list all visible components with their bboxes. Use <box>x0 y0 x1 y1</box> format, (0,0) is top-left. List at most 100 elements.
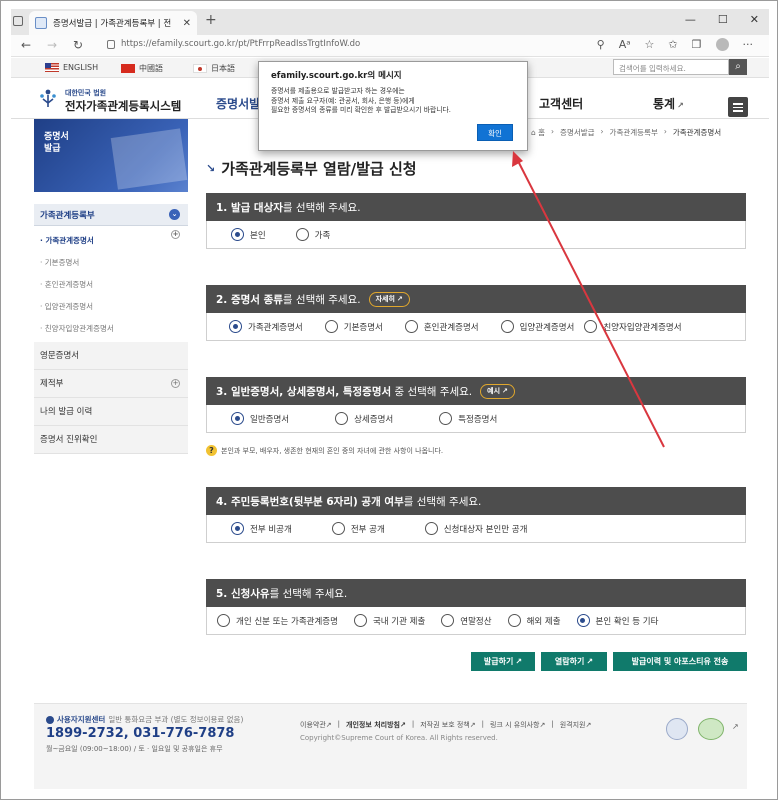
back-arrow-icon[interactable]: ← <box>21 38 31 52</box>
hamburger-menu-button[interactable] <box>728 97 748 117</box>
radio-button[interactable] <box>231 412 244 425</box>
radio-option-detailed[interactable]: 상세증명서 <box>335 412 393 425</box>
cn-flag-icon <box>121 64 135 73</box>
radio-button[interactable] <box>335 412 349 425</box>
radio-option-other[interactable]: 본인 확인 등 기타 <box>576 614 658 627</box>
sidebar-sub-marriage-cert[interactable]: · 혼인관계증명서 <box>34 274 188 296</box>
url-field[interactable]: https://efamily.scourt.go.kr/pt/PtFrrpRe… <box>121 39 360 49</box>
radio-option-domestic[interactable]: 국내 기관 제출 <box>353 614 425 627</box>
radio-button[interactable] <box>507 614 521 627</box>
refresh-icon[interactable]: ↻ <box>73 38 83 52</box>
tab-close-icon[interactable]: ✕ <box>183 18 191 29</box>
radio-option-family-cert[interactable]: 가족관계증명서 <box>229 320 303 333</box>
radio-option-identity[interactable]: 개인 신분 또는 가족관계증명 <box>217 614 338 627</box>
favorite-star-icon[interactable]: ☆ <box>645 38 655 51</box>
favorites-list-icon[interactable]: ✩ <box>668 38 677 51</box>
new-tab-button[interactable]: + <box>205 12 217 28</box>
radio-button[interactable] <box>353 614 367 627</box>
lang-chinese[interactable]: 中國語 <box>121 63 163 74</box>
breadcrumb-family-register[interactable]: 가족관계등록부 <box>610 127 658 138</box>
gnb-statistics[interactable]: 통계 ↗ <box>653 95 684 112</box>
dialog-ok-button[interactable]: 확인 <box>477 124 513 141</box>
sidebar-item-removal-register[interactable]: 제적부 + <box>34 370 188 398</box>
certification-badge-icon[interactable] <box>666 718 688 740</box>
sidebar-sub-family-cert[interactable]: · 가족관계증명서 + <box>34 230 188 252</box>
radio-option-specific[interactable]: 특정증명서 <box>439 412 497 425</box>
footer-link-label: 개인정보 처리방침 <box>346 721 400 729</box>
footer-link-copyright[interactable]: 저작권 보호 정책↗ <box>420 720 475 730</box>
view-button[interactable]: 열람하기 ↗ <box>541 652 607 671</box>
history-apostille-button[interactable]: 발급이력 및 아포스티유 전송 <box>613 652 747 671</box>
lang-japanese[interactable]: 日本語 <box>193 63 235 74</box>
radio-option-all-public[interactable]: 전부 공개 <box>331 522 385 535</box>
radio-option-all-private[interactable]: 전부 비공개 <box>231 522 292 535</box>
support-center-note: 일반 통화요금 부과 (별도 정보이용료 없음) <box>108 715 244 724</box>
radio-button[interactable] <box>324 320 338 333</box>
radio-button[interactable] <box>424 522 438 535</box>
radio-button[interactable] <box>231 522 244 535</box>
radio-button[interactable] <box>331 522 345 535</box>
gnb-customer-center[interactable]: 고객센터 <box>539 95 583 112</box>
sidebar-sub-basic-cert[interactable]: · 기본증명서 <box>34 252 188 274</box>
radio-option-marriage-cert[interactable]: 혼인관계증명서 <box>404 320 479 333</box>
sidebar-item-family-register[interactable]: 가족관계등록부 ⌄ <box>34 204 188 226</box>
radio-option-general[interactable]: 일반증명서 <box>231 412 289 425</box>
breadcrumb-certificate-issue[interactable]: 증명서발급 <box>560 127 595 138</box>
tab-actions-icon[interactable] <box>13 16 23 26</box>
profile-avatar[interactable] <box>715 38 729 51</box>
browser-tab[interactable]: 증명서발급 | 가족관계등록부 | 전 ✕ <box>29 11 197 35</box>
footer-link-remote[interactable]: 원격지원↗ <box>560 720 592 730</box>
lock-icon[interactable] <box>107 40 115 49</box>
logo-title[interactable]: 전자가족관계등록시스템 <box>65 98 181 114</box>
radio-option-self-only[interactable]: 신청대상자 본인만 공개 <box>424 522 527 535</box>
radio-button[interactable] <box>229 320 242 333</box>
more-menu-icon[interactable]: ··· <box>743 38 754 51</box>
radio-option-basic-cert[interactable]: 기본증명서 <box>324 320 383 333</box>
section-num: 3. <box>216 385 228 398</box>
radio-option-full-adoption-cert[interactable]: 친양자입양관계증명서 <box>584 320 682 333</box>
radio-button[interactable] <box>441 614 455 627</box>
radio-option-adoption-cert[interactable]: 입양관계증명서 <box>500 320 574 333</box>
site-search-input[interactable]: 검색어를 입력하세요. <box>613 59 729 75</box>
sidebar-sub-full-adoption-cert[interactable]: · 친양자입양관계증명서 <box>34 318 188 340</box>
web-accessibility-badge-icon[interactable] <box>698 718 724 740</box>
logo-subtitle: 대한민국 법원 <box>65 89 107 97</box>
footer-link-linking[interactable]: 링크 시 유의사항↗ <box>490 720 545 730</box>
sidebar-item-my-history[interactable]: 나의 발급 이력 <box>34 398 188 426</box>
radio-button[interactable] <box>295 228 309 241</box>
forward-arrow-icon[interactable]: → <box>47 38 57 52</box>
site-search-button[interactable]: ⌕ <box>729 59 747 75</box>
radio-button[interactable] <box>231 228 244 241</box>
sidebar-sub-adoption-cert[interactable]: · 입양관계증명서 <box>34 296 188 318</box>
radio-option-family[interactable]: 가족 <box>295 228 330 241</box>
gnb-certificate-issue[interactable]: 증명서발 <box>216 95 260 112</box>
breadcrumb-home[interactable]: ⌂ 홈 <box>531 127 545 138</box>
key-icon[interactable]: ⚲ <box>597 38 605 51</box>
collections-icon[interactable]: ❐ <box>692 38 702 51</box>
radio-button[interactable] <box>576 614 590 627</box>
minimize-button[interactable]: — <box>685 13 696 26</box>
footer-link-privacy[interactable]: 개인정보 처리방침↗ <box>346 720 406 730</box>
radio-button[interactable] <box>439 412 453 425</box>
read-aloud-icon[interactable]: Aᵃ <box>619 38 631 51</box>
radio-option-tax[interactable]: 연말정산 <box>441 614 492 627</box>
chevron-down-icon: ⌄ <box>169 209 180 220</box>
support-hours: 월~금요일 (09:00~18:00) / 토 · 일요일 및 공휴일은 휴무 <box>46 745 223 753</box>
footer-link-terms[interactable]: 이용약관↗ <box>300 720 332 730</box>
issue-button[interactable]: 발급하기 ↗ <box>471 652 535 671</box>
radio-option-self[interactable]: 본인 <box>231 228 266 241</box>
detail-button[interactable]: 자세히 ↗ <box>368 291 410 307</box>
lang-english[interactable]: ENGLISH <box>45 63 98 72</box>
example-button[interactable]: 예시 ↗ <box>480 383 515 399</box>
close-window-button[interactable]: ✕ <box>750 13 759 26</box>
section-head: 4. 주민등록번호(뒷부분 6자리) 공개 여부를 선택해 주세요. <box>206 487 746 515</box>
sidebar-item-verify-cert[interactable]: 증명서 진위확인 <box>34 426 188 454</box>
maximize-button[interactable]: ☐ <box>718 13 728 26</box>
sidebar-head-label: 가족관계등록부 <box>40 210 95 221</box>
radio-button[interactable] <box>500 320 514 333</box>
radio-button[interactable] <box>217 614 230 627</box>
sidebar-item-english-cert[interactable]: 영문증명서 <box>34 342 188 370</box>
radio-button[interactable] <box>404 320 418 333</box>
radio-button[interactable] <box>584 320 598 333</box>
radio-option-overseas[interactable]: 해외 제출 <box>507 614 561 627</box>
